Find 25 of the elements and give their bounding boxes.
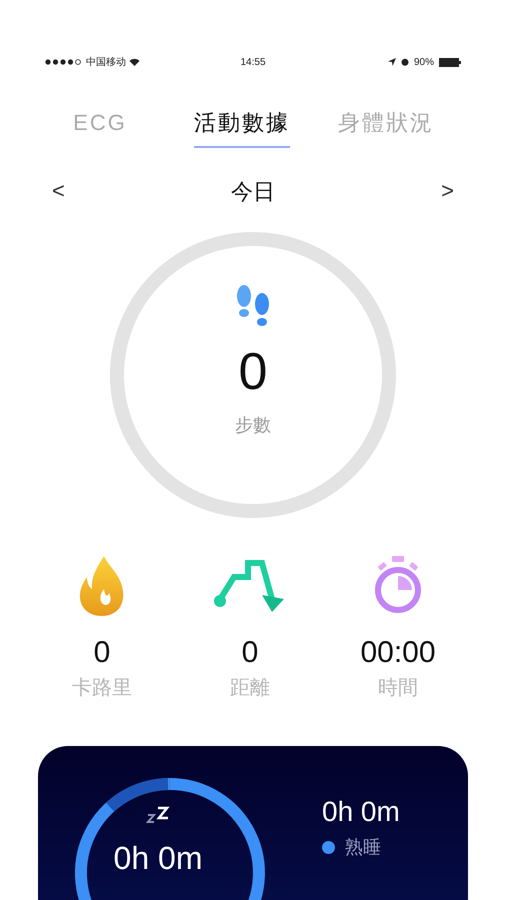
date-title: 今日	[231, 178, 275, 206]
battery-icon	[439, 58, 461, 66]
stat-label: 距離	[230, 676, 270, 701]
stat-value: 0	[242, 636, 258, 670]
previous-day-button[interactable]: <	[52, 176, 65, 206]
stat-label: 時間	[378, 676, 418, 701]
location-icon	[388, 58, 396, 66]
carrier-name: 中国移动	[86, 56, 126, 70]
stat-value: 00:00	[360, 636, 436, 670]
next-day-button[interactable]: >	[441, 176, 454, 206]
sleep-total: 0h 0m	[114, 840, 202, 876]
stopwatch-icon	[373, 556, 423, 616]
steps-value: 0	[238, 342, 268, 402]
route-icon	[214, 559, 286, 613]
sleep-stage-value: 0h 0m	[322, 796, 400, 828]
steps-label: 步數	[235, 414, 271, 437]
battery-percent: 90%	[414, 56, 434, 70]
signal-icon	[45, 59, 83, 65]
legend-label: 熟睡	[345, 836, 381, 859]
wifi-icon	[129, 58, 140, 66]
sleep-zzz-icon	[146, 806, 170, 826]
stat-value: 0	[94, 636, 110, 670]
stat-label: 卡路里	[72, 676, 132, 701]
tab[interactable]: 活動數據	[194, 108, 290, 148]
status-time: 14:55	[240, 56, 266, 70]
